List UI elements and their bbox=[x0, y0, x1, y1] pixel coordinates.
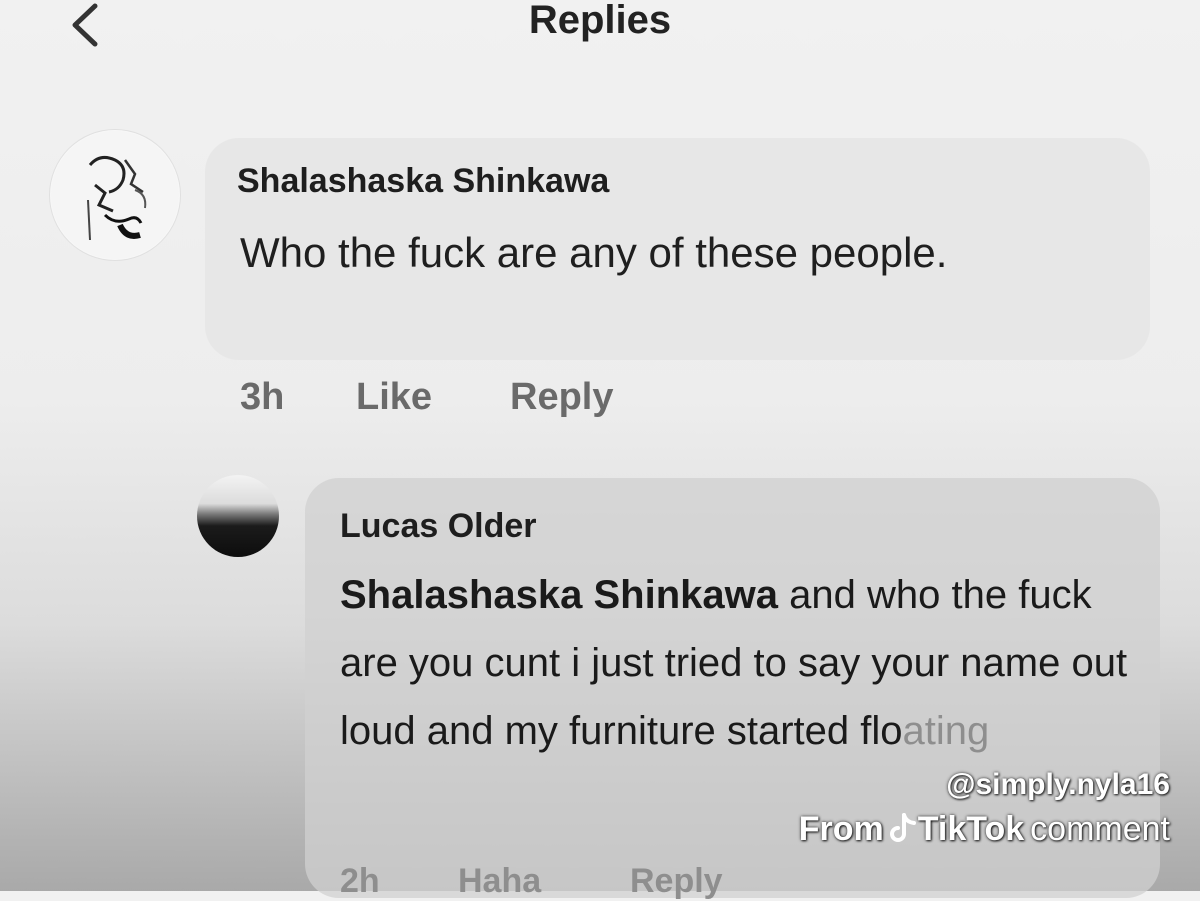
reply-reply-button[interactable]: Reply bbox=[630, 862, 723, 901]
watermark-app: TikTok bbox=[917, 810, 1025, 848]
reply-author[interactable]: Lucas Older bbox=[340, 507, 537, 546]
like-button[interactable]: Like bbox=[356, 376, 432, 419]
watermark-suffix: comment bbox=[1030, 810, 1170, 848]
reply-button[interactable]: Reply bbox=[510, 376, 613, 419]
watermark-from: From bbox=[798, 810, 884, 848]
tiktok-note-icon bbox=[889, 813, 916, 842]
watermark-handle: @simply.nyla16 bbox=[946, 768, 1170, 801]
top-bar: Replies bbox=[0, 0, 1200, 60]
haha-reaction-button[interactable]: Haha bbox=[458, 862, 541, 901]
page-title: Replies bbox=[528, 0, 672, 42]
reply-time: 2h bbox=[340, 862, 380, 900]
comment-author[interactable]: Shalashaska Shinkawa bbox=[237, 162, 609, 201]
reply-avatar[interactable] bbox=[197, 475, 279, 557]
tiktok-watermark: @simply.nyla16 From TikTok comment bbox=[799, 765, 1170, 853]
reply-text: Shalashaska Shinkawa and who the fuck ar… bbox=[340, 561, 1140, 765]
sketch-avatar-icon bbox=[51, 131, 179, 259]
reply-body-obscured: ating bbox=[902, 709, 990, 753]
comment-text: Who the fuck are any of these people. bbox=[240, 229, 948, 276]
avatar[interactable] bbox=[50, 130, 180, 260]
reply-mention[interactable]: Shalashaska Shinkawa bbox=[340, 573, 778, 617]
comment-time: 3h bbox=[240, 376, 285, 418]
watermark-source: From TikTok comment bbox=[799, 805, 1170, 853]
